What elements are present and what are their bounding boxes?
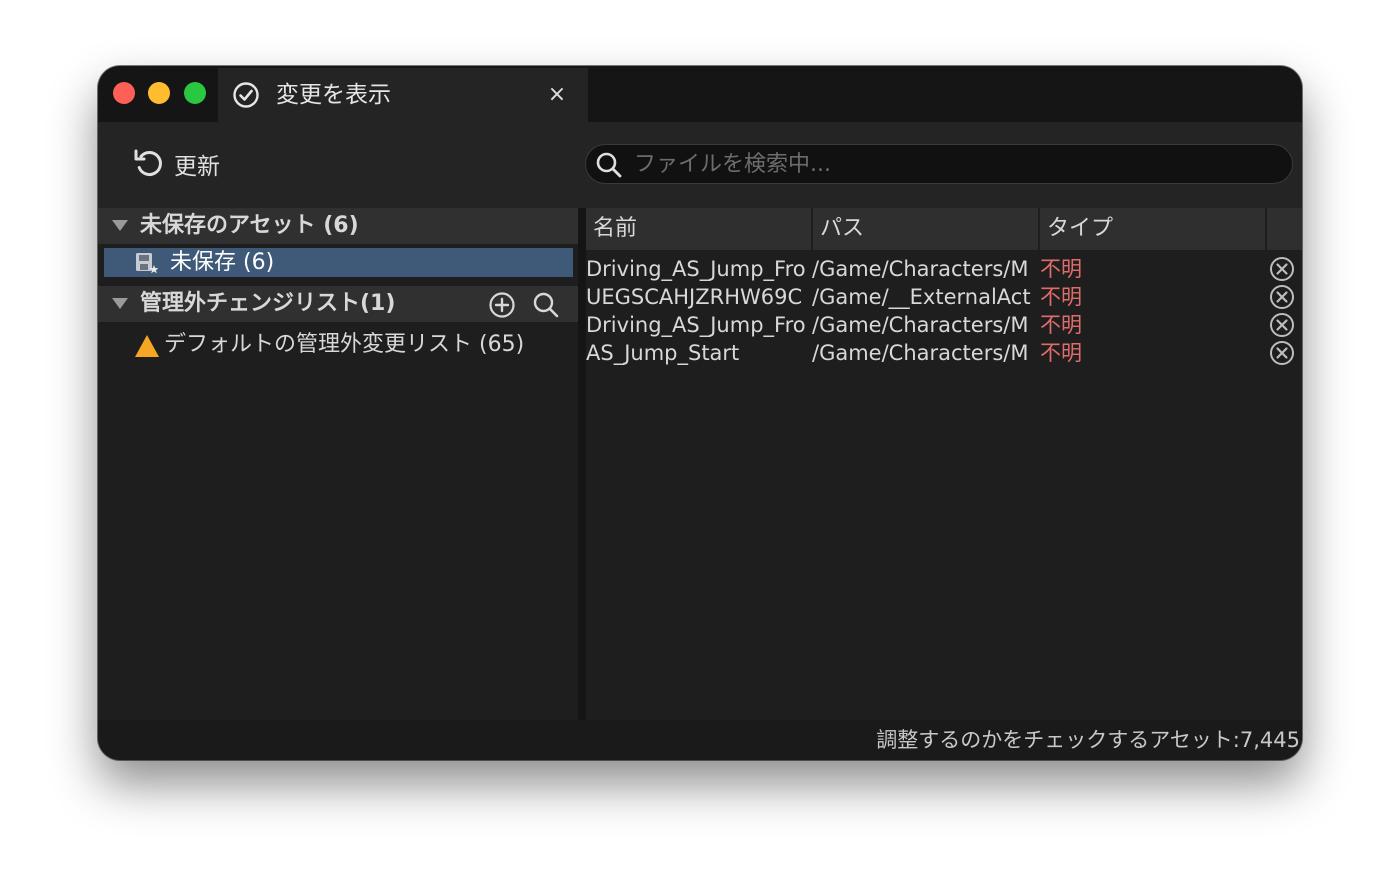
default-changelist-label: デフォルトの管理外変更リスト (65) bbox=[164, 332, 525, 357]
files-panel: 名前 パス タイプ Driving_AS_Jump_Fro /Game/Char… bbox=[586, 208, 1302, 720]
cell-path: /Game/Characters/M bbox=[812, 257, 1029, 281]
remove-circle-icon[interactable] bbox=[1269, 256, 1295, 282]
status-text: 調整するのかをチェックするアセット:7,445 bbox=[876, 728, 1300, 752]
panel-splitter[interactable] bbox=[578, 208, 586, 720]
cell-type: 不明 bbox=[1040, 257, 1082, 281]
search-icon bbox=[596, 152, 622, 178]
changelists-panel: 未保存のアセット (6) 未保存 (6) 管理外チェンジリスト(1) デフォルト… bbox=[98, 208, 578, 720]
view-changes-window: 変更を表示 × 更新 未保存のアセット (6) bbox=[98, 66, 1302, 760]
cell-path: /Game/Characters/M bbox=[812, 341, 1029, 365]
column-header-name[interactable]: 名前 bbox=[586, 208, 813, 250]
cell-path: /Game/Characters/M bbox=[812, 313, 1029, 337]
toolbar: 更新 bbox=[98, 122, 1302, 208]
remove-circle-icon[interactable] bbox=[1269, 340, 1295, 366]
warning-icon bbox=[135, 335, 159, 357]
file-search-box bbox=[585, 144, 1293, 184]
table-row[interactable]: Driving_AS_Jump_Fro /Game/Characters/M 不… bbox=[586, 311, 1302, 339]
remove-circle-icon[interactable] bbox=[1269, 284, 1295, 310]
search-input[interactable] bbox=[634, 147, 1274, 181]
search-changelist-icon[interactable] bbox=[531, 290, 561, 320]
refresh-label: 更新 bbox=[174, 154, 220, 180]
cell-name: Driving_AS_Jump_Fro bbox=[586, 313, 806, 337]
window-maximize-button[interactable] bbox=[184, 82, 206, 104]
window-close-button[interactable] bbox=[113, 82, 135, 104]
tab-view-changes[interactable]: 変更を表示 × bbox=[218, 68, 588, 122]
cell-type: 不明 bbox=[1040, 285, 1082, 309]
cell-path: /Game/__ExternalAct bbox=[812, 285, 1031, 309]
cell-type: 不明 bbox=[1040, 313, 1082, 337]
title-bar: 変更を表示 × bbox=[98, 66, 1302, 122]
changelist-header[interactable]: 管理外チェンジリスト(1) bbox=[98, 286, 578, 322]
checkmark-circle-icon bbox=[233, 82, 259, 108]
collapse-arrow-icon[interactable] bbox=[112, 298, 128, 309]
table-row[interactable]: UEGSCAHJZRHW69C /Game/__ExternalAct 不明 bbox=[586, 283, 1302, 311]
cell-type: 不明 bbox=[1040, 341, 1082, 365]
unsaved-item-row[interactable]: 未保存 (6) bbox=[104, 248, 573, 277]
refresh-button[interactable]: 更新 bbox=[132, 146, 220, 182]
status-bar: 調整するのかをチェックするアセット:7,445 bbox=[98, 720, 1302, 760]
remove-circle-icon[interactable] bbox=[1269, 312, 1295, 338]
column-header-actions bbox=[1267, 208, 1302, 250]
table-row[interactable]: AS_Jump_Start /Game/Characters/M 不明 bbox=[586, 339, 1302, 367]
window-minimize-button[interactable] bbox=[148, 82, 170, 104]
default-changelist-row[interactable]: デフォルトの管理外変更リスト (65) bbox=[98, 328, 578, 364]
tab-title: 変更を表示 bbox=[276, 82, 391, 108]
add-changelist-icon[interactable] bbox=[487, 290, 517, 320]
column-header-type[interactable]: タイプ bbox=[1040, 208, 1267, 250]
collapse-arrow-icon[interactable] bbox=[112, 220, 128, 231]
unsaved-file-icon bbox=[136, 253, 159, 274]
cell-name: UEGSCAHJZRHW69C bbox=[586, 285, 803, 309]
cell-name: AS_Jump_Start bbox=[586, 341, 740, 365]
refresh-icon bbox=[134, 149, 162, 177]
cell-name: Driving_AS_Jump_Fro bbox=[586, 257, 806, 281]
column-header-path[interactable]: パス bbox=[813, 208, 1040, 250]
tab-close-button[interactable]: × bbox=[544, 81, 570, 109]
changelist-title: 管理外チェンジリスト(1) bbox=[140, 291, 396, 316]
unsaved-item-label: 未保存 (6) bbox=[170, 250, 275, 275]
unsaved-assets-title: 未保存のアセット (6) bbox=[140, 213, 359, 238]
unsaved-assets-header[interactable]: 未保存のアセット (6) bbox=[98, 208, 578, 244]
table-row[interactable]: Driving_AS_Jump_Fro /Game/Characters/M 不… bbox=[586, 255, 1302, 283]
